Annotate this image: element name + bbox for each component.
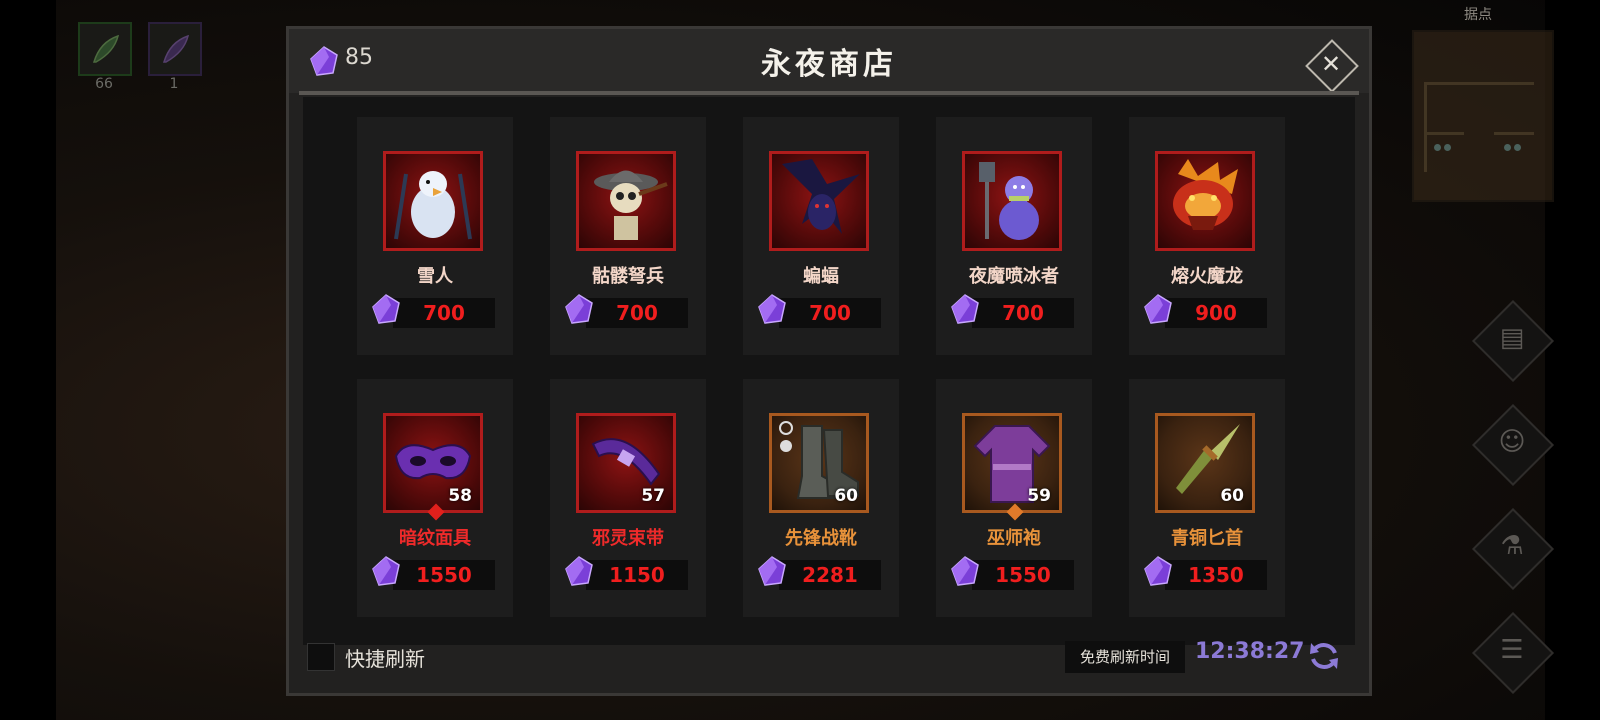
minimap[interactable] [1412, 30, 1554, 202]
item-name: 巫师袍 [987, 528, 1041, 549]
skeleton-crossbowman-icon [594, 170, 668, 240]
hud-item-slot-feather[interactable] [78, 22, 132, 76]
item-level: 57 [641, 486, 665, 506]
item-price: 700 [809, 301, 851, 325]
item-price: 1350 [1188, 563, 1244, 587]
hud-slot-count: 66 [95, 76, 113, 92]
hud-slot-count: 1 [169, 76, 179, 92]
snowman-monster-icon [394, 171, 472, 240]
shop-item-card[interactable]: 57 邪灵束带 1150 [550, 379, 706, 617]
item-level: 60 [834, 486, 858, 506]
item-name: 骷髅弩兵 [592, 266, 664, 287]
free-refresh-label: 免费刷新时间 [1065, 641, 1185, 673]
item-frame [962, 151, 1062, 251]
currency-count: 85 [345, 45, 373, 70]
item-name: 夜魔喷冰者 [969, 266, 1059, 287]
item-frame: 58 [383, 413, 483, 521]
purple-crystal-icon [310, 46, 338, 76]
friends-icon: ☺ [1498, 427, 1526, 457]
shop-item-card[interactable]: 熔火魔龙 900 [1129, 117, 1285, 355]
quick-refresh-checkbox[interactable] [307, 643, 335, 671]
bat-icon [782, 159, 860, 234]
item-frame: 60 [1155, 413, 1255, 513]
purple-feather-icon [162, 34, 190, 63]
item-level: 60 [1220, 486, 1244, 506]
minimap-label: 据点 [1464, 7, 1492, 23]
feather-icon [92, 34, 120, 63]
letterbox-left [0, 0, 56, 720]
refresh-timer: 12:38:27 [1195, 639, 1305, 664]
item-price: 2281 [802, 563, 858, 587]
item-frame [576, 151, 676, 251]
quest-scroll-icon: ▤ [1499, 323, 1525, 353]
hud-item-slot-scroll[interactable] [148, 22, 202, 76]
shop-item-card[interactable]: 夜魔喷冰者 700 [936, 117, 1092, 355]
shop-item-card[interactable]: 60 先锋战靴 2281 [743, 379, 899, 617]
item-frame [1155, 151, 1255, 251]
item-name: 先锋战靴 [785, 528, 857, 549]
quick-refresh-label[interactable]: 快捷刷新 [345, 643, 425, 672]
shop-item-grid: 雪人 700 骷髅弩兵 700 蝙蝠 700 夜魔喷冰者 700 熔火魔龙 90… [303, 97, 1355, 645]
header-divider [299, 91, 1359, 95]
item-frame: 57 [576, 413, 676, 513]
item-level: 59 [1027, 486, 1051, 506]
item-price: 900 [1195, 301, 1237, 325]
item-frame: 60 [769, 413, 869, 513]
shop-item-card[interactable]: 59 巫师袍 1550 [936, 379, 1092, 617]
item-level: 58 [448, 486, 472, 506]
item-name: 熔火魔龙 [1171, 266, 1243, 287]
lava-dragon-icon [1173, 159, 1238, 230]
item-name: 邪灵束带 [592, 528, 664, 549]
item-frame [383, 151, 483, 251]
item-frame: 59 [962, 413, 1062, 521]
item-price: 700 [616, 301, 658, 325]
item-name: 雪人 [417, 266, 453, 287]
item-name: 暗纹面具 [399, 528, 471, 549]
shop-item-card[interactable]: 60 青铜匕首 1350 [1129, 379, 1285, 617]
item-frame [769, 151, 869, 251]
item-price: 700 [423, 301, 465, 325]
dialog-header: 85 永夜商店 ✕ [289, 29, 1369, 93]
refresh-icon[interactable] [1307, 639, 1341, 673]
list-menu-icon: ☰ [1500, 635, 1524, 665]
item-price: 700 [1002, 301, 1044, 325]
close-icon[interactable]: ✕ [1314, 45, 1348, 83]
shop-title: 永夜商店 [761, 47, 897, 82]
item-price: 1550 [416, 563, 472, 587]
shop-item-card[interactable]: 蝙蝠 700 [743, 117, 899, 355]
shop-item-card[interactable]: 58 暗纹面具 1550 [357, 379, 513, 617]
item-name: 青铜匕首 [1171, 528, 1243, 549]
shop-dialog: 85 永夜商店 ✕ 雪人 700 骷髅弩兵 700 蝙蝠 700 夜魔喷冰者 7… [286, 26, 1372, 696]
shop-item-card[interactable]: 雪人 700 [357, 117, 513, 355]
night-demon-ice-sprayer-icon [979, 162, 1039, 240]
potion-icon: ⚗ [1500, 531, 1524, 561]
item-price: 1150 [609, 563, 665, 587]
shop-item-card[interactable]: 骷髅弩兵 700 [550, 117, 706, 355]
item-name: 蝙蝠 [803, 266, 839, 287]
item-price: 1550 [995, 563, 1051, 587]
